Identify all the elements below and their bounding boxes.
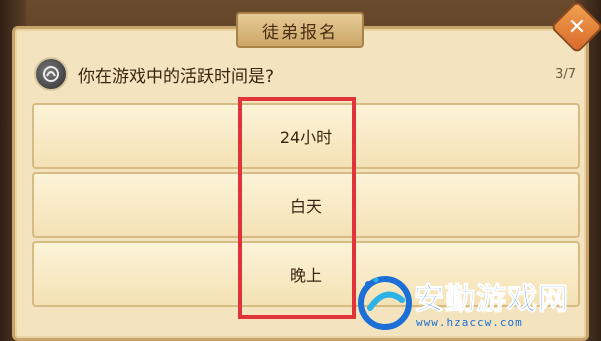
watermark-logo-icon: [358, 276, 412, 330]
question-text: 你在游戏中的活跃时间是?: [78, 66, 275, 87]
question-page-indicator: 3/7: [555, 67, 576, 82]
close-icon: ✕: [567, 14, 587, 40]
site-watermark: 安勤游戏网 www.hzaccw.com: [352, 262, 597, 338]
watermark-url: www.hzaccw.com: [416, 316, 523, 329]
watermark-title: 安勤游戏网: [414, 282, 569, 318]
option-daytime[interactable]: 白天: [32, 172, 580, 238]
question-row: 你在游戏中的活跃时间是? 3/7: [34, 56, 580, 92]
dialog-title: 徒弟报名: [236, 12, 364, 48]
option-24-hours[interactable]: 24小时: [32, 103, 580, 169]
avatar-icon: [34, 57, 68, 91]
